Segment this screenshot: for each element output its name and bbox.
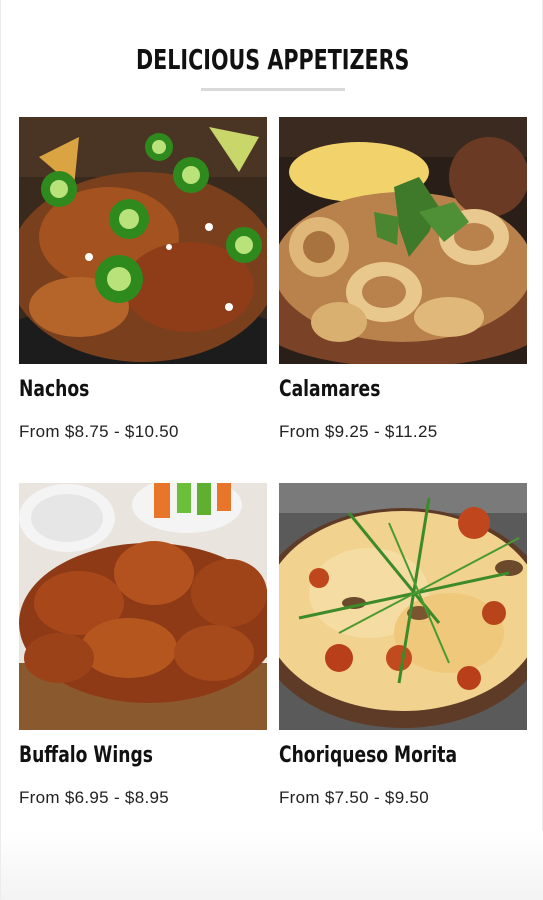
item-name[interactable]: Calamares [279,375,380,405]
item-price: From $8.75 - $10.50 [19,422,179,441]
item-price: From $6.95 - $8.95 [19,788,169,807]
calamares-photo[interactable] [279,117,527,364]
item-name[interactable]: Buffalo Wings [19,741,153,771]
title-underline [201,88,345,91]
choriqueso-photo[interactable] [279,483,527,730]
menu-item-nachos[interactable]: Nachos From $8.75 - $10.50 [19,117,267,441]
section-header: DELICIOUS APPETIZERS [1,40,543,91]
item-price: From $7.50 - $9.50 [279,788,429,807]
item-name[interactable]: Nachos [19,375,89,405]
nachos-photo[interactable] [19,117,267,364]
menu-item-choriqueso-morita[interactable]: Choriqueso Morita From $7.50 - $9.50 [279,483,527,807]
buffalo-wings-photo[interactable] [19,483,267,730]
menu-page: DELICIOUS APPETIZERS Nachos From $8.75 -… [0,0,543,900]
section-title: DELICIOUS APPETIZERS [135,43,410,76]
item-name[interactable]: Choriqueso Morita [279,741,457,771]
menu-item-buffalo-wings[interactable]: Buffalo Wings From $6.95 - $8.95 [19,483,267,807]
menu-item-calamares[interactable]: Calamares From $9.25 - $11.25 [279,117,527,441]
bottom-fade [1,830,543,900]
item-price: From $9.25 - $11.25 [279,422,438,441]
